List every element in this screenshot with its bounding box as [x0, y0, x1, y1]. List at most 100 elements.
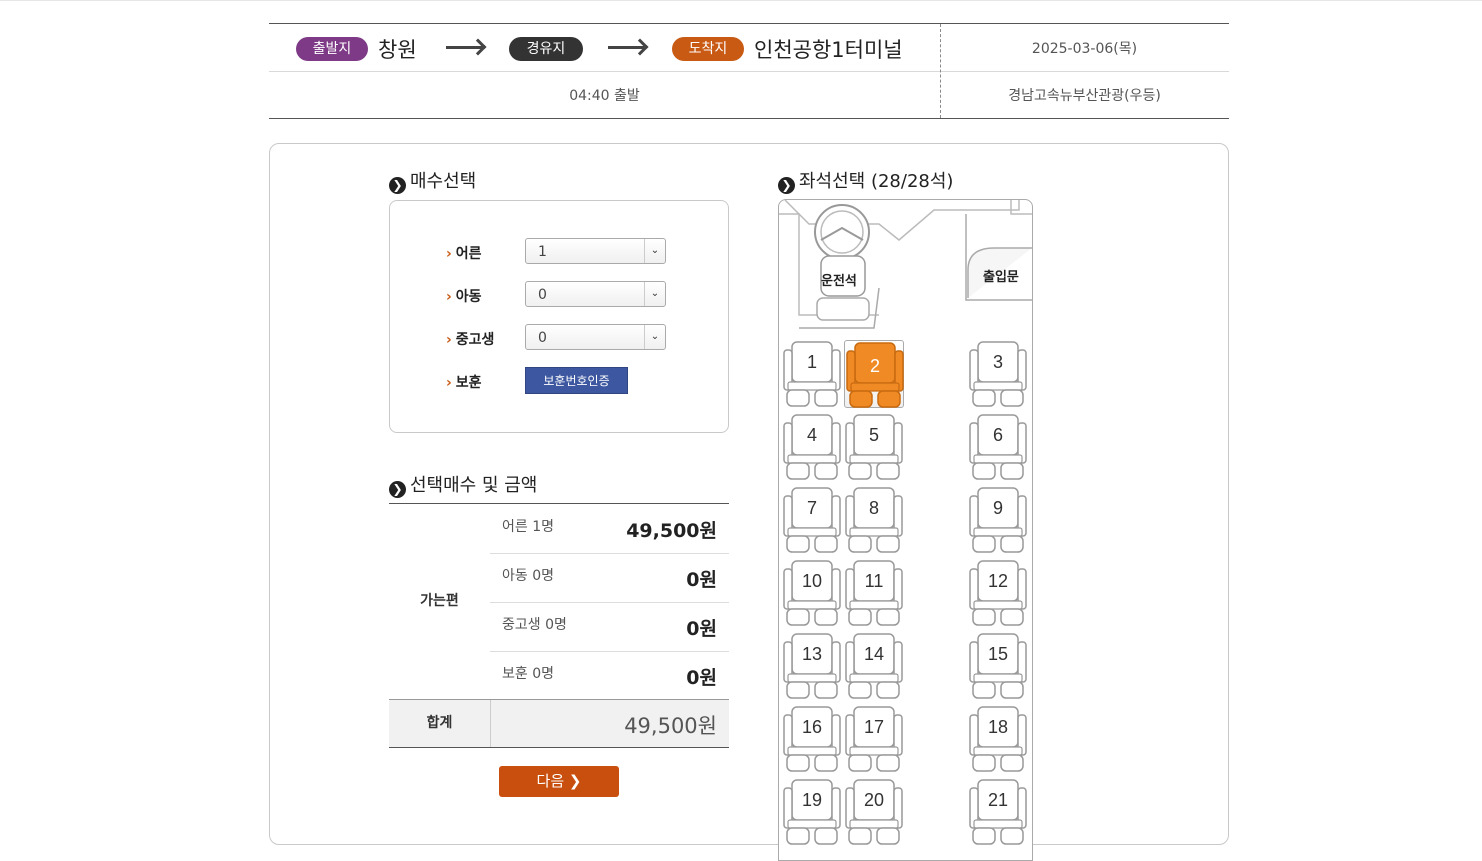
veteran-label: › 보훈	[446, 375, 482, 391]
fare-table: 가는편 어른 1명 49,500원 아동 0명 0원 중고생 0명 0원 보훈 …	[389, 503, 729, 748]
seat-icon	[969, 414, 1027, 480]
booking-panel: ❯ 매수선택 › 어른 1 ⌄ › 아동 0 ⌄ › 중고생 0 ⌄ › 보훈 보훈번호인증 ❯…	[269, 143, 1229, 861]
seat-18[interactable]: 18	[968, 705, 1028, 773]
route-row: 출발지 창원 경유지 도착지 인천공항1터미널 2025-03-06(목)	[269, 24, 1229, 72]
seat-17[interactable]: 17	[844, 705, 904, 773]
student-select[interactable]: 0 ⌄	[525, 324, 666, 350]
arrival-tag: 도착지	[672, 37, 744, 61]
seat-icon	[845, 560, 903, 626]
chevron-right-icon: ❯	[389, 481, 406, 498]
seat-number: 8	[868, 498, 879, 518]
fare-row: 보훈 0명 0원	[490, 651, 729, 699]
seat-1[interactable]: 1	[782, 340, 842, 408]
seat-7[interactable]: 7	[782, 486, 842, 554]
seat-number: 15	[987, 644, 1009, 664]
seat-2[interactable]: 2	[844, 340, 904, 408]
arrow-right-icon	[446, 46, 482, 49]
seat-13[interactable]: 13	[782, 632, 842, 700]
trip-label: 가는편	[420, 593, 459, 609]
seat-number: 18	[987, 717, 1009, 737]
seat-19[interactable]: 19	[782, 778, 842, 846]
seat-icon	[845, 779, 903, 845]
seat-8[interactable]: 8	[844, 486, 904, 554]
fare-row-label: 아동 0명	[502, 568, 554, 584]
child-select[interactable]: 0 ⌄	[525, 281, 666, 307]
seat-number: 7	[806, 498, 817, 518]
seat-11[interactable]: 11	[844, 559, 904, 627]
fare-row-label: 중고생 0명	[502, 617, 567, 633]
seat-5[interactable]: 5	[844, 413, 904, 481]
seat-icon	[969, 560, 1027, 626]
seat-3[interactable]: 3	[968, 340, 1028, 408]
seat-number: 21	[987, 790, 1009, 810]
next-button[interactable]: 다음 ❯	[499, 766, 619, 797]
seat-10[interactable]: 10	[782, 559, 842, 627]
arrival-city: 인천공항1터미널	[754, 38, 903, 62]
seat-number: 19	[801, 790, 823, 810]
veteran-verify-button[interactable]: 보훈번호인증	[525, 367, 628, 394]
seat-number: 14	[863, 644, 885, 664]
seat-icon	[845, 487, 903, 553]
seat-icon	[969, 633, 1027, 699]
seat-6[interactable]: 6	[968, 413, 1028, 481]
chevron-right-icon: ❯	[389, 177, 406, 194]
fare-row-value: 49,500원	[626, 520, 717, 542]
fare-row-value: 0원	[686, 569, 717, 591]
seat-number: 16	[801, 717, 823, 737]
seat-icon	[783, 414, 841, 480]
seat-icon	[845, 706, 903, 772]
arrow-right-icon	[608, 46, 644, 49]
quantity-box: › 어른 1 ⌄ › 아동 0 ⌄ › 중고생 0 ⌄ › 보훈 보훈번호인증	[389, 200, 729, 433]
seat-16[interactable]: 16	[782, 705, 842, 773]
seat-12[interactable]: 12	[968, 559, 1028, 627]
fare-row: 중고생 0명 0원	[490, 602, 729, 652]
seat-number: 5	[868, 425, 879, 445]
chevron-right-icon: ❯	[778, 177, 795, 194]
adult-label: › 어른	[446, 246, 482, 262]
seat-15[interactable]: 15	[968, 632, 1028, 700]
seat-number: 12	[987, 571, 1009, 591]
bus-company: 경남고속뉴부산관광(우등)	[1008, 88, 1161, 104]
seat-number: 11	[864, 571, 884, 591]
chevron-down-icon: ⌄	[644, 282, 665, 306]
seat-9[interactable]: 9	[968, 486, 1028, 554]
top-divider	[0, 0, 1482, 1]
fare-row-label: 보훈 0명	[502, 666, 554, 682]
fare-row-value: 0원	[686, 667, 717, 689]
seat-icon	[783, 560, 841, 626]
seat-icon	[969, 487, 1027, 553]
seat-map: 운전석 출입문 1 2 3 4 5 6 7 8 9 10 11 12 13 14 15 16 17 18 19 20 2…	[778, 199, 1033, 861]
fare-row-label: 어른 1명	[502, 519, 554, 535]
seat-number: 9	[992, 498, 1003, 518]
seat-icon	[783, 487, 841, 553]
seat-icon	[783, 706, 841, 772]
quantity-section-title: ❯ 매수선택	[389, 167, 476, 194]
seat-number: 4	[806, 425, 817, 445]
seat-20[interactable]: 20	[844, 778, 904, 846]
seat-number: 6	[992, 425, 1003, 445]
route-info: 출발지 창원 경유지 도착지 인천공항1터미널 2025-03-06(목) 04…	[269, 23, 1229, 119]
seat-number: 13	[801, 644, 823, 664]
child-label: › 아동	[446, 289, 482, 305]
seat-21[interactable]: 21	[968, 778, 1028, 846]
seat-4[interactable]: 4	[782, 413, 842, 481]
seat-icon	[845, 414, 903, 480]
seat-icon	[783, 341, 841, 407]
departure-city: 창원	[378, 38, 417, 62]
student-label: › 중고생	[446, 332, 495, 348]
seat-number: 20	[863, 790, 885, 810]
total-label: 합계	[389, 700, 491, 747]
chevron-right-icon: ❯	[568, 772, 582, 790]
chevron-down-icon: ⌄	[644, 325, 665, 349]
seat-icon	[783, 779, 841, 845]
seat-icon	[783, 633, 841, 699]
seat-section-title: ❯ 좌석선택 (28/28석)	[778, 167, 953, 194]
adult-select[interactable]: 1 ⌄	[525, 238, 666, 264]
via-tag: 경유지	[509, 37, 583, 61]
seat-number: 17	[863, 717, 885, 737]
seat-number: 3	[992, 352, 1003, 372]
seat-icon	[969, 779, 1027, 845]
seat-14[interactable]: 14	[844, 632, 904, 700]
seat-icon	[969, 341, 1027, 407]
travel-date: 2025-03-06(목)	[1031, 41, 1138, 57]
